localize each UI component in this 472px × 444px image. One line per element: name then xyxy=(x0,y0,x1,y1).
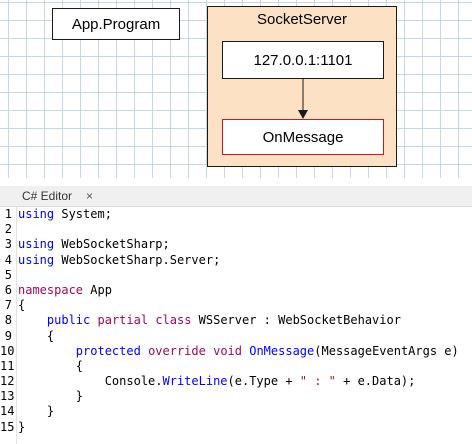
line-number: 7 xyxy=(4,298,12,313)
code-text: namespace App xyxy=(18,283,112,298)
code-line[interactable]: 12 Console.WriteLine(e.Type + " : " + e.… xyxy=(0,374,472,389)
code-token: } xyxy=(18,404,55,419)
code-token: WebSocketSharp; xyxy=(54,237,170,252)
code-text: public partial class WSServer : WebSocke… xyxy=(18,313,401,328)
code-token: (MessageEventArgs e) xyxy=(314,343,459,358)
tab-csharp-editor[interactable]: C# Editor × xyxy=(4,186,104,206)
code-token: override xyxy=(148,343,206,358)
code-text: { xyxy=(18,359,83,374)
code-token: WriteLine xyxy=(162,374,228,389)
line-number: 3 xyxy=(4,237,12,252)
code-line[interactable]: 7{ xyxy=(0,298,472,313)
code-token: } xyxy=(18,419,26,434)
diagram-canvas[interactable]: App.Program SocketServer 127.0.0.1:1101 … xyxy=(0,0,472,178)
code-text: using WebSocketSharp; xyxy=(18,237,170,252)
code-token: protected xyxy=(75,343,141,358)
app-program-node[interactable]: App.Program xyxy=(52,8,180,40)
code-line[interactable]: 1 using System; xyxy=(0,207,472,222)
code-token: void xyxy=(213,343,242,358)
line-number: 11 xyxy=(0,358,15,373)
line-number: 15 xyxy=(0,419,15,434)
code-token: { xyxy=(18,298,26,313)
line-number: 9 xyxy=(4,328,12,343)
code-line[interactable]: 10 protected override void OnMessage(Mes… xyxy=(0,344,472,359)
socket-server-node[interactable]: SocketServer 127.0.0.1:1101 OnMessage xyxy=(207,6,397,167)
code-token: WSServer : WebSocketBehavior xyxy=(191,313,401,328)
code-token: OnMessage xyxy=(249,343,315,358)
code-token: } xyxy=(18,389,84,404)
line-number: 14 xyxy=(0,404,15,419)
code-token: System; xyxy=(54,207,112,221)
code-text: using WebSocketSharp.Server; xyxy=(18,253,220,268)
close-icon[interactable]: × xyxy=(86,189,93,203)
code-line[interactable]: 2 xyxy=(0,222,472,237)
code-text: protected override void OnMessage(Messag… xyxy=(18,344,459,359)
code-token: " : " xyxy=(299,374,336,389)
code-text: } xyxy=(18,389,83,404)
code-token: using xyxy=(18,207,55,221)
code-text: } xyxy=(18,404,54,419)
code-line[interactable]: 6 namespace App xyxy=(0,283,472,298)
code-text: { xyxy=(18,298,25,313)
code-token: class xyxy=(155,313,192,328)
code-token: Console. xyxy=(18,374,163,389)
code-token: + e.Data); xyxy=(335,374,416,389)
code-token: using xyxy=(18,252,55,267)
code-line[interactable]: 13 } xyxy=(0,389,472,404)
line-number: 6 xyxy=(4,282,12,297)
code-line[interactable]: 14 } xyxy=(0,404,472,419)
line-number: 2 xyxy=(4,222,12,237)
line-number: 5 xyxy=(4,267,12,282)
code-line[interactable]: 3 using WebSocketSharp; xyxy=(0,237,472,252)
onmessage-label: OnMessage xyxy=(262,128,344,146)
code-token: App xyxy=(83,282,112,297)
line-number: 10 xyxy=(0,343,15,358)
code-token: public xyxy=(46,313,91,328)
code-line[interactable]: 11 { xyxy=(0,359,472,374)
code-text: using System; xyxy=(18,207,112,222)
code-line[interactable]: 8 public partial class WSServer : WebSoc… xyxy=(0,313,472,328)
code-lines: 1 using System; 2 3 using WebSocketSharp; 4 us… xyxy=(0,207,472,435)
code-token: namespace xyxy=(18,282,84,297)
code-line[interactable]: 5 xyxy=(0,268,472,283)
onmessage-handler-node[interactable]: OnMessage xyxy=(222,119,384,155)
code-line[interactable]: 4 using WebSocketSharp.Server; xyxy=(0,253,472,268)
editor-tab-bar: C# Editor × xyxy=(0,186,472,207)
code-text: Console.WriteLine(e.Type + " : " + e.Dat… xyxy=(18,374,416,389)
line-number: 1 xyxy=(4,207,12,221)
code-token: { xyxy=(18,328,55,343)
code-line[interactable]: 15} xyxy=(0,420,472,435)
code-token: partial xyxy=(97,313,149,328)
code-text: } xyxy=(18,420,25,435)
app-program-label: App.Program xyxy=(71,15,161,33)
tab-label: C# Editor xyxy=(22,189,73,203)
code-token: { xyxy=(18,358,84,373)
code-line[interactable]: 9 { xyxy=(0,329,472,344)
line-number: 13 xyxy=(0,389,15,404)
code-text: { xyxy=(18,329,54,344)
line-number: 8 xyxy=(4,313,12,328)
line-number: 12 xyxy=(0,374,15,389)
code-token: WebSocketSharp.Server; xyxy=(54,252,221,267)
code-token: (e.Type + xyxy=(227,374,300,389)
code-editor[interactable]: 1 using System; 2 3 using WebSocketSharp; 4 us… xyxy=(0,207,472,444)
code-token: using xyxy=(18,237,55,252)
line-number: 4 xyxy=(4,252,12,267)
